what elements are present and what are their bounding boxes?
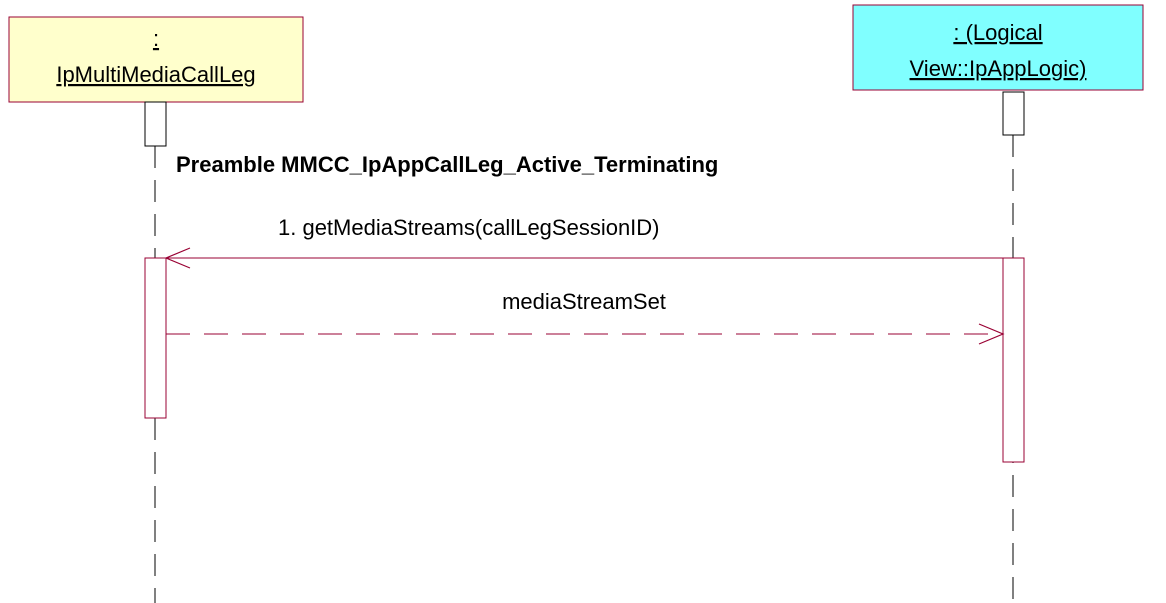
activation-ipmultimediacallleg-top <box>144 101 167 147</box>
object-ipmultimediacallleg[interactable]: : IpMultiMediaCallLeg <box>8 16 304 103</box>
message-getmediastreams: 1. getMediaStreams(callLegSessionID) <box>164 215 1003 269</box>
message-mediastreamset-label: mediaStreamSet <box>502 289 666 314</box>
message-getmediastreams-label: 1. getMediaStreams(callLegSessionID) <box>278 215 660 240</box>
object-ipapplogic-line2: View::IpAppLogic) <box>910 56 1087 81</box>
object-ipapplogic[interactable]: : (Logical View::IpAppLogic) <box>852 4 1144 91</box>
object-ipmultimediacallleg-line1: : <box>153 26 159 51</box>
activation-ipmultimediacallleg <box>144 257 167 419</box>
object-ipapplogic-line1: : (Logical <box>953 20 1042 45</box>
message-mediastreamset: mediaStreamSet <box>166 289 1005 345</box>
sequence-diagram: : IpMultiMediaCallLeg : (Logical View::I… <box>8 4 1144 603</box>
object-ipmultimediacallleg-line2: IpMultiMediaCallLeg <box>56 62 255 87</box>
activation-ipapplogic-top <box>1002 91 1025 136</box>
activation-ipapplogic <box>1002 257 1025 463</box>
diagram-title: Preamble MMCC_IpAppCallLeg_Active_Termin… <box>176 152 718 177</box>
